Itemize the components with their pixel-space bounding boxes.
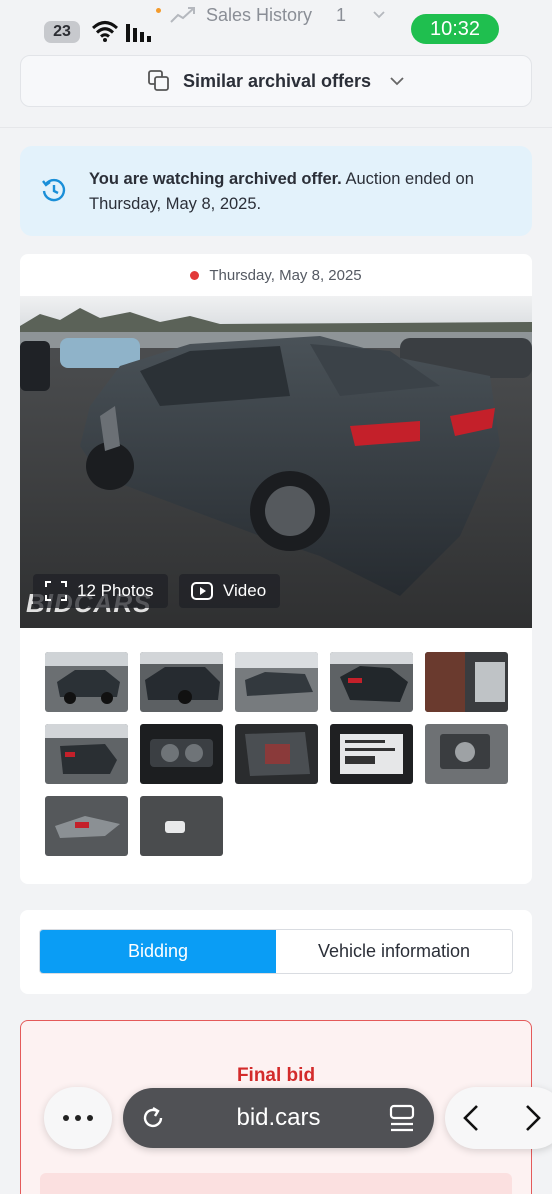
reader-mode-icon[interactable] <box>388 1104 416 1134</box>
sales-history-label: Sales History <box>206 4 313 25</box>
thumbnail[interactable] <box>45 652 128 712</box>
thumbnail[interactable] <box>140 652 223 712</box>
thumbnail[interactable] <box>235 652 318 712</box>
play-icon <box>191 582 213 600</box>
thumbnail[interactable] <box>45 796 128 856</box>
sales-history[interactable]: Sales History 1 <box>156 0 386 30</box>
auction-date-text: Thursday, May 8, 2025 <box>209 267 362 284</box>
similar-offers-label: Similar archival offers <box>182 70 372 91</box>
thumbnail[interactable] <box>235 724 318 784</box>
notice-text: You are watching archived offer. Auction… <box>89 167 509 217</box>
video-label: Video <box>223 581 267 600</box>
photos-button[interactable]: 12 Photos <box>33 574 168 608</box>
battery-indicator: 23 <box>44 21 80 43</box>
clock: 10:32 <box>411 14 499 44</box>
reload-icon[interactable] <box>139 1104 167 1132</box>
thumbnail[interactable] <box>330 652 413 712</box>
fullscreen-icon <box>45 581 67 601</box>
tab-vehicle-information[interactable]: Vehicle information <box>276 930 512 973</box>
tab-bidding[interactable]: Bidding <box>40 930 276 973</box>
dot <box>63 1115 69 1121</box>
address-bar[interactable]: bid.cars <box>123 1088 434 1148</box>
wifi-icon <box>92 21 118 42</box>
indicator-dot <box>156 8 161 13</box>
copy-icon <box>148 70 169 91</box>
status-bar: Sales History 1 23 10:32 <box>0 0 552 46</box>
sales-history-count: 1 <box>336 4 347 25</box>
photos-label: 12 Photos <box>77 581 154 600</box>
thumbnail[interactable] <box>425 724 508 784</box>
more-options-button[interactable] <box>44 1087 112 1149</box>
archived-offer-notice: You are watching archived offer. Auction… <box>20 146 532 236</box>
thumbnail[interactable] <box>330 724 413 784</box>
forward-icon[interactable] <box>523 1104 543 1132</box>
back-icon[interactable] <box>461 1104 481 1132</box>
divider <box>0 127 552 128</box>
history-icon <box>42 178 66 202</box>
chevron-down-icon <box>373 11 385 19</box>
thumbnail[interactable] <box>425 652 508 712</box>
similar-archival-offers-button[interactable]: Similar archival offers <box>20 55 532 107</box>
thumbnail[interactable] <box>45 724 128 784</box>
video-button[interactable]: Video <box>179 574 281 608</box>
trend-chart-icon <box>170 7 195 23</box>
chevron-down-icon <box>390 77 404 86</box>
gallery-card: Thursday, May 8, 2025 BI <box>20 254 532 884</box>
dot <box>75 1115 81 1121</box>
status-dot <box>190 271 200 280</box>
cellular-signal-icon <box>126 24 151 42</box>
thumbnail[interactable] <box>140 724 223 784</box>
thumbnail[interactable] <box>140 796 223 856</box>
final-bid-title: Final bid <box>236 1065 316 1086</box>
final-bid-value-box <box>40 1173 512 1194</box>
auction-date: Thursday, May 8, 2025 <box>20 267 532 284</box>
dot <box>87 1115 93 1121</box>
detail-tabs: Bidding Vehicle information <box>39 929 513 974</box>
notice-bold: You are watching archived offer. <box>89 170 342 188</box>
tabs-card: Bidding Vehicle information <box>20 910 532 994</box>
navigation-buttons <box>445 1087 552 1149</box>
